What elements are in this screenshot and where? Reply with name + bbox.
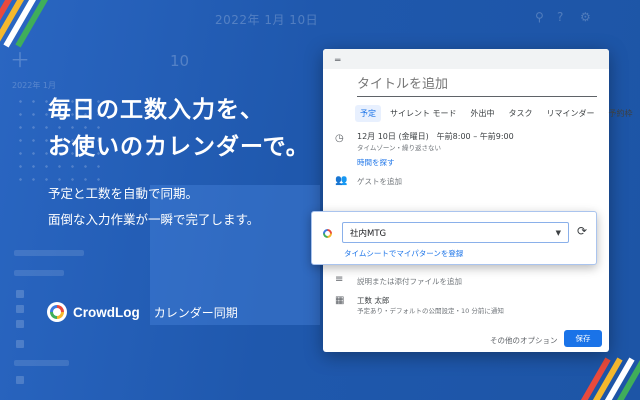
calendar-date-header: 2022年 1月 10日 [215, 13, 319, 27]
chevron-down-icon: ▼ [555, 228, 561, 237]
project-select[interactable]: 社内MTG ▼ [342, 222, 569, 243]
calendar-day-number: 10 [170, 52, 190, 70]
tab-reminder[interactable]: リマインダー [542, 105, 600, 122]
crowdlog-sync-card: 社内MTG ▼ ⟳ タイムシートでマイパターンを登録 [311, 211, 597, 265]
event-type-tabs: 予定 サイレント モード 外出中 タスク リマインダー 予約枠 [355, 105, 638, 122]
add-guests-field[interactable]: ゲストを追加 [357, 176, 402, 187]
calendar-owner-details[interactable]: 予定あり・デフォルトの公開設定・10 分前に通知 [357, 305, 504, 315]
calendar-icon: ▦ [335, 295, 345, 306]
help-icon: ? [557, 10, 564, 24]
calendar-checkbox [16, 376, 24, 384]
event-dialog: ═ 予定 サイレント モード 外出中 タスク リマインダー 予約枠 ◷ 12月 … [323, 49, 633, 352]
sidebar-row [14, 360, 69, 366]
find-time-link[interactable]: 時間を探す [357, 157, 395, 168]
calendar-checkbox [16, 340, 24, 348]
search-icon: ⚲ [535, 10, 544, 24]
tab-event[interactable]: 予定 [355, 105, 381, 122]
timezone-repeat[interactable]: タイムゾーン・繰り返さない [357, 142, 441, 152]
subtext-line-1: 予定と工数を自動で同期。 [48, 186, 199, 201]
project-select-value: 社内MTG [350, 228, 387, 239]
people-icon: 👥 [335, 175, 348, 186]
brand: CrowdLog カレンダー同期 [47, 302, 238, 322]
register-pattern-link[interactable]: タイムシートでマイパターンを登録 [344, 248, 463, 259]
crowdlog-logo-icon [47, 302, 67, 322]
tab-out-of-office[interactable]: 外出中 [466, 105, 500, 122]
tab-appointment-slots[interactable]: 予約枠 [604, 105, 638, 122]
brand-name: CrowdLog [73, 304, 140, 320]
subtext-line-2: 面倒な入力作業が一瞬で完了します。 [48, 212, 260, 227]
mini-month-label: 2022年 1月 [12, 81, 56, 90]
event-title-input[interactable] [357, 77, 597, 97]
tab-silent-mode[interactable]: サイレント モード [385, 105, 462, 122]
drag-handle-icon[interactable]: ═ [335, 56, 340, 66]
headline-line-2: お使いのカレンダーで。 [48, 134, 310, 160]
save-button[interactable]: 保存 [564, 330, 602, 347]
subtext: 予定と工数を自動で同期。 面倒な入力作業が一瞬で完了します。 [48, 181, 259, 233]
headline-line-1: 毎日の工数入力を、 [48, 97, 264, 123]
description-field[interactable]: 説明または添付ファイルを追加 [357, 276, 462, 287]
dialog-drag-bar[interactable]: ═ [323, 49, 609, 69]
brand-product: カレンダー同期 [153, 305, 238, 320]
gear-icon: ⚙ [580, 10, 591, 24]
description-icon: ≡ [335, 274, 344, 285]
crowdlog-logo-icon [323, 229, 332, 238]
calendar-checkbox [16, 290, 24, 298]
sidebar-row [14, 250, 84, 256]
calendar-checkbox [16, 320, 24, 328]
more-options-button[interactable]: その他のオプション [490, 335, 558, 346]
clock-icon: ◷ [335, 133, 344, 144]
event-datetime[interactable]: 12月 10日 (金曜日) 午前8:00 – 午前9:00 [357, 131, 514, 142]
create-plus-icon: ＋ [10, 48, 30, 72]
sidebar-row [14, 270, 64, 276]
tab-task[interactable]: タスク [504, 105, 538, 122]
refresh-icon[interactable]: ⟳ [577, 224, 587, 238]
calendar-checkbox [16, 305, 24, 313]
headline: 毎日の工数入力を、 お使いのカレンダーで。 [48, 92, 310, 166]
